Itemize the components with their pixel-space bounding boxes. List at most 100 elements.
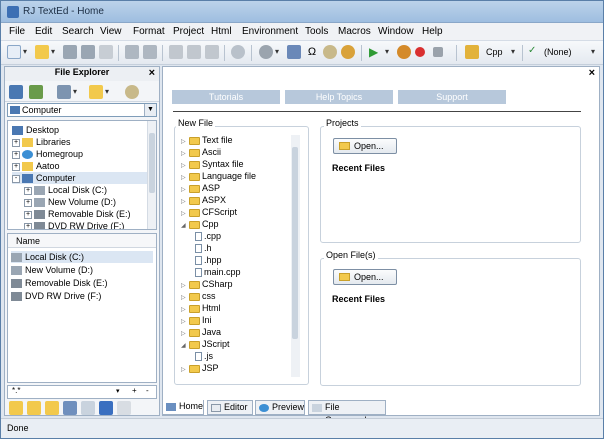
profile-select[interactable]: (None) bbox=[544, 47, 572, 57]
chevron-down-icon[interactable]: ▾ bbox=[275, 47, 279, 56]
tree-item-js-ext[interactable]: .js bbox=[195, 351, 213, 362]
folder-open-icon[interactable] bbox=[45, 401, 59, 415]
scrollbar-thumb[interactable] bbox=[292, 147, 298, 339]
chevron-down-icon[interactable]: ▾ bbox=[73, 87, 77, 96]
new-file-scrollbar[interactable] bbox=[291, 135, 300, 377]
refresh-icon[interactable] bbox=[29, 85, 43, 99]
expand-icon[interactable]: + bbox=[24, 186, 32, 195]
menu-project[interactable]: Project bbox=[173, 26, 204, 37]
menu-help[interactable]: Help bbox=[422, 26, 443, 37]
tutorials-button[interactable]: Tutorials bbox=[172, 90, 280, 104]
save-all-icon[interactable] bbox=[81, 45, 95, 59]
menu-file[interactable]: File bbox=[9, 26, 25, 37]
properties-icon[interactable] bbox=[99, 401, 113, 415]
run-icon[interactable]: ▶ bbox=[369, 45, 383, 59]
chevron-down-icon[interactable]: ▾ bbox=[591, 47, 595, 56]
tab-home[interactable]: Home bbox=[162, 400, 204, 415]
record-icon[interactable] bbox=[259, 45, 273, 59]
search-icon[interactable] bbox=[231, 45, 245, 59]
tree-item-h-ext[interactable]: .h bbox=[195, 243, 212, 254]
tree-item-language-file[interactable]: ▷ Language file bbox=[181, 171, 256, 182]
expand-icon[interactable]: + bbox=[24, 198, 32, 207]
chevron-down-icon[interactable]: ▾ bbox=[51, 47, 55, 56]
undo-icon[interactable] bbox=[125, 45, 139, 59]
tab-editor[interactable]: Editor bbox=[207, 400, 253, 415]
tree-item-user[interactable]: + Aatoo bbox=[12, 160, 60, 172]
tree-item-new-volume-d[interactable]: + New Volume (D:) bbox=[24, 196, 116, 208]
copy-icon[interactable] bbox=[187, 45, 201, 59]
list-item[interactable]: Local Disk (C:) bbox=[11, 251, 153, 263]
view-mode-icon[interactable] bbox=[57, 85, 71, 99]
tree-item-csharp[interactable]: ▷ CSharp bbox=[181, 279, 233, 290]
tree-item-removable-disk-e[interactable]: + Removable Disk (E:) bbox=[24, 208, 131, 220]
chevron-down-icon[interactable]: ▼ bbox=[144, 104, 156, 116]
paste-icon[interactable] bbox=[205, 45, 219, 59]
tree-item-aspx[interactable]: ▷ ASPX bbox=[181, 195, 226, 206]
menu-window[interactable]: Window bbox=[378, 26, 414, 37]
menu-macros[interactable]: Macros bbox=[338, 26, 371, 37]
tree-item-html[interactable]: ▷ Html bbox=[181, 303, 221, 314]
open-project-button[interactable]: Open... bbox=[333, 138, 397, 154]
rename-icon[interactable] bbox=[63, 401, 77, 415]
column-header-name[interactable]: Name bbox=[8, 234, 156, 248]
menu-edit[interactable]: Edit bbox=[35, 26, 52, 37]
folder-icon[interactable] bbox=[9, 401, 23, 415]
remove-icon[interactable]: - bbox=[146, 386, 149, 395]
chevron-down-icon[interactable]: ▾ bbox=[105, 87, 109, 96]
tree-item-desktop[interactable]: Desktop bbox=[12, 124, 59, 136]
tree-item-cfscript[interactable]: ▷ CFScript bbox=[181, 207, 237, 218]
close-icon[interactable]: × bbox=[589, 67, 595, 79]
open-folder-icon[interactable] bbox=[35, 45, 49, 59]
list-item[interactable]: DVD RW Drive (F:) bbox=[11, 290, 101, 302]
support-button[interactable]: Support bbox=[398, 90, 506, 104]
tree-item-local-disk-c[interactable]: + Local Disk (C:) bbox=[24, 184, 107, 196]
add-icon[interactable]: + bbox=[132, 386, 137, 395]
gear-icon[interactable] bbox=[323, 45, 337, 59]
expand-icon[interactable]: + bbox=[24, 210, 32, 219]
list-item[interactable]: Removable Disk (E:) bbox=[11, 277, 108, 289]
redo-icon[interactable] bbox=[143, 45, 157, 59]
tree-item-dvd-f[interactable]: + DVD RW Drive (F:) bbox=[24, 220, 124, 229]
tree-item-text-file[interactable]: ▷ Text file bbox=[181, 135, 233, 146]
tree-item-computer[interactable]: - Computer bbox=[12, 172, 148, 184]
chevron-down-icon[interactable]: ▾ bbox=[23, 47, 27, 56]
chevron-down-icon[interactable]: ▾ bbox=[385, 47, 389, 56]
check-icon[interactable]: ✓ bbox=[528, 45, 542, 59]
tree-item-cpp-ext[interactable]: .cpp bbox=[195, 231, 221, 242]
menu-html[interactable]: Html bbox=[211, 26, 232, 37]
color-picker-icon[interactable] bbox=[287, 45, 301, 59]
menu-tools[interactable]: Tools bbox=[305, 26, 328, 37]
tree-item-libraries[interactable]: + Libraries bbox=[12, 136, 71, 148]
tab-file-commander[interactable]: File Commander bbox=[308, 400, 386, 425]
settings-icon[interactable] bbox=[125, 85, 139, 99]
menu-search[interactable]: Search bbox=[62, 26, 94, 37]
tree-item-main-cpp[interactable]: main.cpp bbox=[195, 267, 241, 278]
omega-icon[interactable]: Ω bbox=[305, 45, 319, 59]
location-combo[interactable]: Computer ▼ bbox=[7, 103, 157, 117]
expand-icon[interactable]: + bbox=[12, 150, 20, 159]
copy-file-icon[interactable] bbox=[81, 401, 95, 415]
scrollbar-thumb[interactable] bbox=[149, 133, 155, 193]
tree-scrollbar[interactable] bbox=[147, 121, 156, 229]
open-file-button[interactable]: Open... bbox=[333, 269, 397, 285]
tree-item-jsp[interactable]: ▷ JSP bbox=[181, 363, 219, 374]
file-filter-combo[interactable]: *.* ▾ + - bbox=[7, 385, 157, 399]
plugin-icon[interactable] bbox=[341, 45, 355, 59]
menu-format[interactable]: Format bbox=[133, 26, 165, 37]
tree-item-asp[interactable]: ▷ ASP bbox=[181, 183, 220, 194]
menu-view[interactable]: View bbox=[100, 26, 122, 37]
folder-add-icon[interactable] bbox=[27, 401, 41, 415]
folder-view-icon[interactable] bbox=[9, 85, 23, 99]
tree-item-ascii[interactable]: ▷ Ascii bbox=[181, 147, 221, 158]
save-icon[interactable] bbox=[63, 45, 77, 59]
close-icon[interactable]: × bbox=[149, 67, 155, 79]
chevron-down-icon[interactable]: ▾ bbox=[116, 387, 120, 395]
new-file-icon[interactable] bbox=[7, 45, 21, 59]
chevron-down-icon[interactable]: ▾ bbox=[511, 47, 515, 56]
expand-icon[interactable]: + bbox=[24, 222, 32, 229]
tree-item-java[interactable]: ▷ Java bbox=[181, 327, 221, 338]
up-folder-icon[interactable] bbox=[89, 85, 103, 99]
tree-item-css[interactable]: ▷ css bbox=[181, 291, 216, 302]
stop-icon[interactable] bbox=[415, 47, 425, 57]
tree-item-homegroup[interactable]: + Homegroup bbox=[12, 148, 83, 160]
